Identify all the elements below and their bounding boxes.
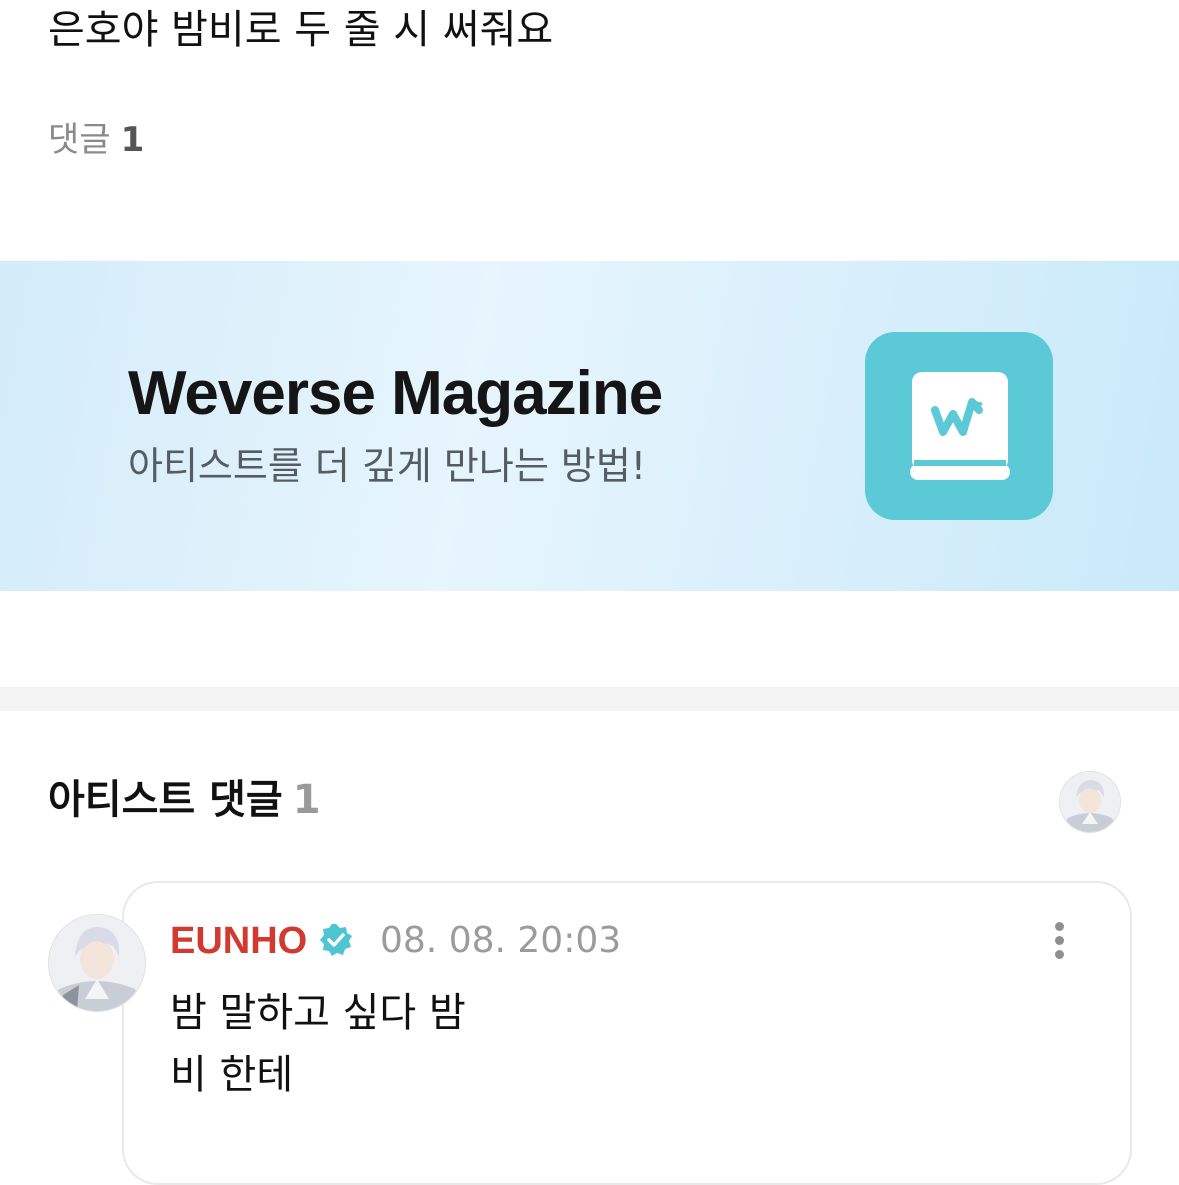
post-text: 은호야 밤비로 두 줄 시 써줘요 <box>48 7 554 53</box>
comment-author-name[interactable]: EUNHO <box>170 918 307 964</box>
comment-line: 밤 말하고 싶다 밤 <box>170 990 466 1036</box>
artist-avatar[interactable] <box>1059 771 1121 833</box>
artist-comments-label: 아티스트 댓글 <box>48 777 283 823</box>
artist-comments-title: 아티스트 댓글 1 <box>48 772 321 828</box>
comment-timestamp: 08. 08. 20:03 <box>380 920 622 961</box>
weverse-magazine-app-icon <box>865 332 1053 520</box>
comment-count[interactable]: 댓글 1 <box>48 116 144 164</box>
more-vertical-icon[interactable] <box>1040 918 1078 962</box>
comment-body: 밤 말하고 싶다 밤 비 한테 <box>170 982 466 1106</box>
artist-comments-count: 1 <box>292 777 321 823</box>
weverse-magazine-banner[interactable]: Weverse Magazine 아티스트를 더 깊게 만나는 방법! <box>0 261 1179 591</box>
verified-badge-icon <box>320 924 352 956</box>
book-icon <box>910 372 1010 480</box>
section-divider <box>0 687 1179 711</box>
comment-author-avatar[interactable] <box>48 914 146 1012</box>
avatar-illustration <box>49 915 145 1011</box>
comment-line: 비 한테 <box>170 1052 294 1098</box>
banner-subtitle: 아티스트를 더 깊게 만나는 방법! <box>128 444 647 488</box>
avatar-illustration <box>1060 772 1120 832</box>
comment-count-label: 댓글 <box>48 120 111 160</box>
banner-title: Weverse Magazine <box>128 359 663 428</box>
comment-count-number: 1 <box>120 120 145 160</box>
